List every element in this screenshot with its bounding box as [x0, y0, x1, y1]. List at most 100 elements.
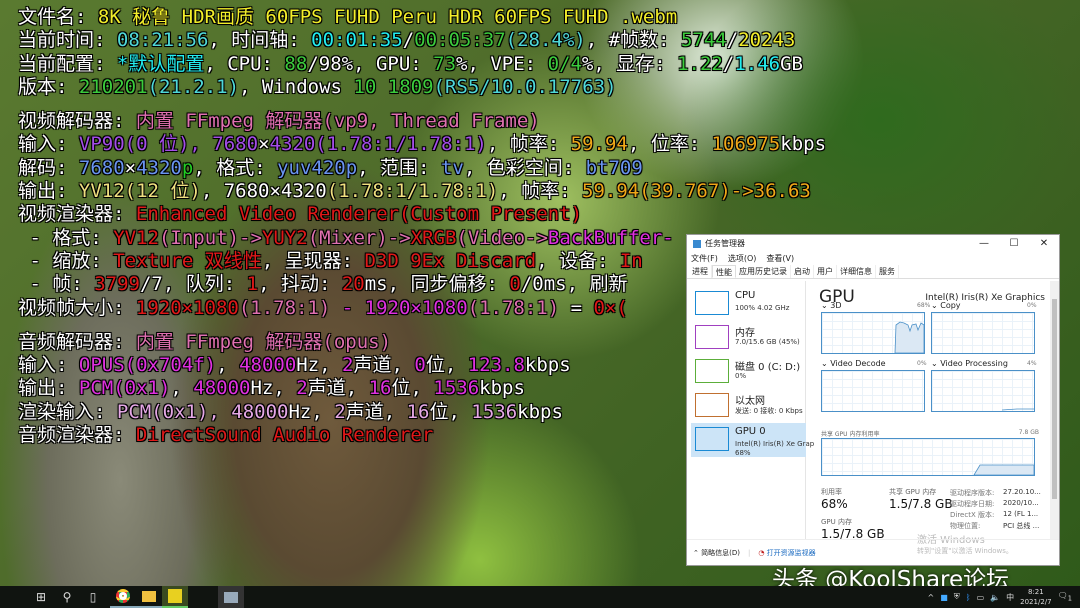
stats-segment: 输入: — [18, 133, 79, 155]
mini-graph — [695, 359, 729, 383]
tab[interactable]: 启动 — [791, 265, 814, 278]
stats-segment: 1536 — [433, 377, 479, 399]
stats-segment: OPUS(0x704f) — [79, 354, 216, 376]
stats-segment: VP90 — [79, 133, 125, 155]
stats-segment: 2 — [334, 401, 345, 423]
stats-segment: 当前时间: — [18, 29, 117, 51]
stats-segment: 输出: — [18, 180, 79, 202]
stats-segment: , 时间轴: — [208, 29, 311, 51]
stats-segment: Enhanced Video Renderer(Custom Present) — [136, 203, 582, 225]
chevron-down-icon[interactable]: ⌄ — [821, 301, 830, 310]
close-button[interactable]: ✕ — [1029, 235, 1059, 252]
stats-segment: 解码: — [18, 157, 79, 179]
utilization-value: 68% — [821, 497, 848, 511]
menu-item[interactable]: 选项(O) — [728, 253, 757, 264]
scrollbar[interactable] — [1050, 281, 1059, 539]
show-hidden-icons[interactable]: ^ — [928, 593, 935, 602]
defender-icon[interactable]: ⛨ — [954, 592, 960, 602]
stats-segment: 声道, — [308, 377, 369, 399]
maximize-button[interactable]: ☐ — [999, 235, 1029, 252]
engine-label: ⌄ Copy — [931, 301, 961, 310]
open-resmon-label: 打开资源监视器 — [767, 549, 816, 557]
stats-segment: - 格式: — [18, 227, 113, 249]
start-button[interactable]: ⊞ — [28, 586, 54, 608]
stats-segment: Hz, — [288, 401, 334, 423]
stats-segment: XRGB — [411, 227, 457, 249]
search-icon[interactable]: ⚲ — [54, 586, 80, 608]
chrome-icon[interactable] — [110, 586, 136, 608]
performance-sidebar: CPU100% 4.02 GHz内存7.0/15.6 GB (45%)磁盘 0 … — [687, 281, 806, 539]
stats-segment: (Video-> — [456, 227, 548, 249]
stats-segment: 4320 — [270, 133, 316, 155]
engine-label: ⌄ Video Processing — [931, 359, 1008, 368]
utilization-label: 利用率 — [821, 487, 842, 497]
stats-segment: DirectSound Audio Renderer — [136, 424, 433, 446]
stats-segment: , Windows — [239, 76, 353, 98]
stats-segment: 当前配置: — [18, 53, 117, 75]
stats-segment: / — [723, 53, 734, 75]
stats-segment: , 呈现器: — [262, 250, 365, 272]
stats-segment: 20 — [342, 273, 365, 295]
stats-segment: BackBuffer- — [548, 227, 674, 249]
shared-memory-max: 7.8 GB — [1019, 429, 1039, 436]
file-explorer-icon[interactable] — [136, 586, 162, 608]
menu-item[interactable]: 查看(V) — [766, 253, 794, 264]
potplayer-icon[interactable] — [162, 586, 188, 608]
tab[interactable]: 详细信息 — [837, 265, 876, 278]
ime-indicator[interactable]: 中 — [1006, 592, 1014, 603]
stats-segment: , 色彩空间: — [464, 157, 586, 179]
stats-segment: (1.78:1) — [468, 297, 560, 319]
sidebar-item[interactable]: 内存7.0/15.6 GB (45%) — [691, 321, 806, 355]
engine-graph — [821, 370, 925, 412]
sidebar-item[interactable]: 以太网发送: 0 接收: 0 Kbps — [691, 389, 806, 423]
sidebar-item[interactable]: GPU 0Intel(R) Iris(R) Xe Grap68% — [691, 423, 806, 457]
minimize-button[interactable]: — — [969, 235, 999, 252]
stats-segment: /98%, GPU: — [307, 53, 433, 75]
sidebar-item[interactable]: CPU100% 4.02 GHz — [691, 287, 806, 321]
sidebar-item[interactable]: 磁盘 0 (C: D:)0% — [691, 355, 806, 389]
resource-monitor-icon: ◔ — [758, 549, 764, 557]
stats-segment: 声道, — [346, 401, 407, 423]
remote-desktop-icon[interactable] — [218, 586, 244, 608]
stats-segment: tv — [441, 157, 464, 179]
info-key: 驱动程序日期: — [950, 499, 994, 509]
tab[interactable]: 用户 — [814, 265, 837, 278]
stats-segment: 73 — [433, 53, 456, 75]
clock[interactable]: 8:212021/2/7 — [1020, 587, 1051, 607]
stats-segment: 1536 — [471, 401, 517, 423]
engine-percent: 4% — [1027, 360, 1037, 367]
volume-icon[interactable]: 🔈 — [990, 593, 1000, 602]
open-resource-monitor-link[interactable]: ◔ 打开资源监视器 — [758, 548, 815, 558]
engine-name: Video Processing — [940, 359, 1008, 368]
fewer-details-button[interactable]: ⌃ 简略信息(D) — [693, 548, 740, 558]
stats-segment: × — [125, 157, 136, 179]
menu-item[interactable]: 文件(F) — [691, 253, 718, 264]
bluetooth-icon[interactable]: ᛒ — [966, 593, 971, 602]
notification-icon[interactable]: 🗨1 — [1058, 591, 1072, 603]
stats-segment: PCM(0x1) — [79, 377, 171, 399]
chevron-down-icon[interactable]: ⌄ — [821, 359, 830, 368]
stats-segment: 渲染输入: — [18, 401, 117, 423]
stats-segment: = — [559, 297, 593, 319]
task-view-icon[interactable]: ▯ — [80, 586, 106, 608]
engine-graph — [931, 370, 1035, 412]
engine-percent: 0% — [917, 360, 927, 367]
sidebar-item-sub: 0% — [735, 372, 746, 380]
tab[interactable]: 应用历史记录 — [736, 265, 791, 278]
time: 8:21 — [1020, 587, 1051, 597]
tab[interactable]: 性能 — [712, 265, 736, 278]
chevron-down-icon[interactable]: ⌄ — [931, 301, 940, 310]
tab[interactable]: 进程 — [689, 265, 712, 278]
shared-memory-label2: 共享 GPU 内存 — [889, 487, 936, 497]
app-tray-icon[interactable]: ■ — [940, 593, 948, 602]
stats-segment: , — [216, 354, 239, 376]
shared-memory-graph — [821, 438, 1035, 476]
chevron-down-icon[interactable]: ⌄ — [931, 359, 940, 368]
tab[interactable]: 服务 — [876, 265, 899, 278]
network-icon[interactable]: ▭ — [977, 593, 985, 602]
menu-bar: 文件(F) 选项(O) 查看(V) — [687, 252, 1059, 265]
stats-line: 视频解码器: 内置 FFmpeg 解码器(vp9, Thread Frame) — [18, 110, 826, 133]
stats-segment: 08:21:56 — [117, 29, 209, 51]
engine-name: Copy — [940, 301, 960, 310]
stats-segment: 7680 — [79, 157, 125, 179]
